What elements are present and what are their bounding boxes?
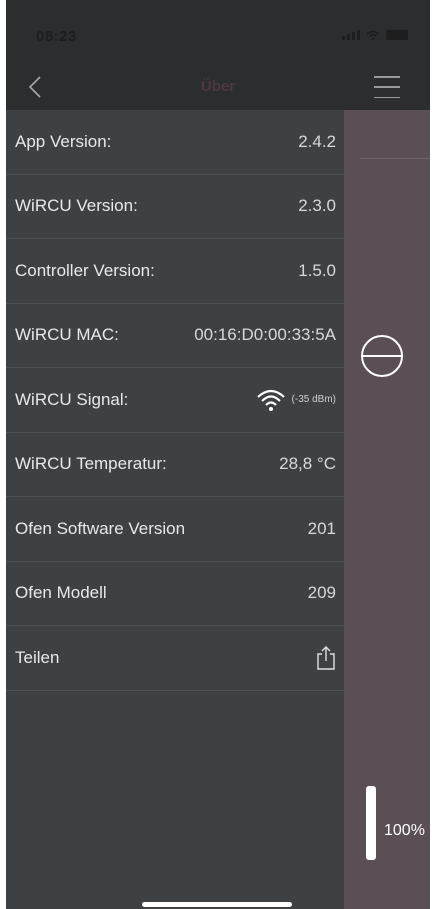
wircu-signal-value: (-35 dBm) [256, 388, 336, 412]
row-controller-version: Controller Version: 1.5.0 [6, 239, 344, 304]
wircu-temp-value: 28,8 °C [279, 454, 336, 474]
home-indicator[interactable] [142, 902, 292, 907]
wifi-signal-icon [256, 389, 285, 411]
status-icons [342, 30, 408, 40]
row-wircu-signal: WiRCU Signal: (-35 dBm) [6, 368, 344, 433]
oven-software-value: 201 [307, 518, 336, 538]
page-title: Über [200, 78, 236, 95]
row-app-version: App Version: 2.4.2 [6, 110, 344, 175]
oven-model-value: 209 [307, 583, 336, 603]
wircu-signal-dbm: (-35 dBm) [291, 394, 336, 406]
share-button[interactable] [316, 645, 336, 671]
status-time: 08:23 [36, 28, 77, 45]
wircu-mac-value: 00:16:D0:00:33:5A [194, 325, 336, 345]
controller-version-value: 1.5.0 [298, 260, 336, 280]
wircu-signal-label: WiRCU Signal: [15, 389, 129, 409]
minus-circle-icon [361, 335, 403, 377]
share-icon [317, 645, 335, 670]
decrease-button[interactable] [360, 334, 404, 378]
status-bar: 08:23 [6, 0, 430, 64]
side-control-panel: 100% [344, 110, 430, 909]
phone-screen: 08:23 Über App Version: 2.4.2 WiRCU Vers… [6, 0, 430, 909]
hamburger-menu-icon [374, 76, 400, 78]
share-label: Teilen [15, 647, 60, 667]
battery-icon [386, 30, 408, 40]
level-percent: 100% [384, 822, 425, 839]
app-version-label: App Version: [15, 131, 112, 151]
wircu-temp-label: WiRCU Temperatur: [15, 454, 167, 474]
controller-version-label: Controller Version: [15, 260, 155, 280]
nav-bar: Über [6, 64, 430, 110]
row-oven-software: Ofen Software Version 201 [6, 497, 344, 562]
wircu-version-value: 2.3.0 [298, 196, 336, 216]
row-wircu-version: WiRCU Version: 2.3.0 [6, 175, 344, 239]
row-wircu-temperature: WiRCU Temperatur: 28,8 °C [6, 433, 344, 497]
app-version-value: 2.4.2 [298, 131, 336, 151]
cellular-signal-icon [342, 30, 360, 40]
side-divider [360, 158, 430, 159]
wircu-mac-label: WiRCU MAC: [15, 325, 119, 345]
row-share[interactable]: Teilen [6, 626, 344, 691]
wircu-version-label: WiRCU Version: [15, 196, 138, 216]
wifi-status-icon [366, 30, 380, 40]
row-wircu-mac: WiRCU MAC: 00:16:D0:00:33:5A [6, 304, 344, 368]
oven-model-label: Ofen Modell [15, 583, 107, 603]
about-list: App Version: 2.4.2 WiRCU Version: 2.3.0 … [6, 110, 344, 909]
row-oven-model: Ofen Modell 209 [6, 562, 344, 626]
oven-software-label: Ofen Software Version [15, 518, 186, 538]
menu-button[interactable] [374, 74, 400, 100]
level-indicator-bar[interactable] [366, 786, 376, 860]
